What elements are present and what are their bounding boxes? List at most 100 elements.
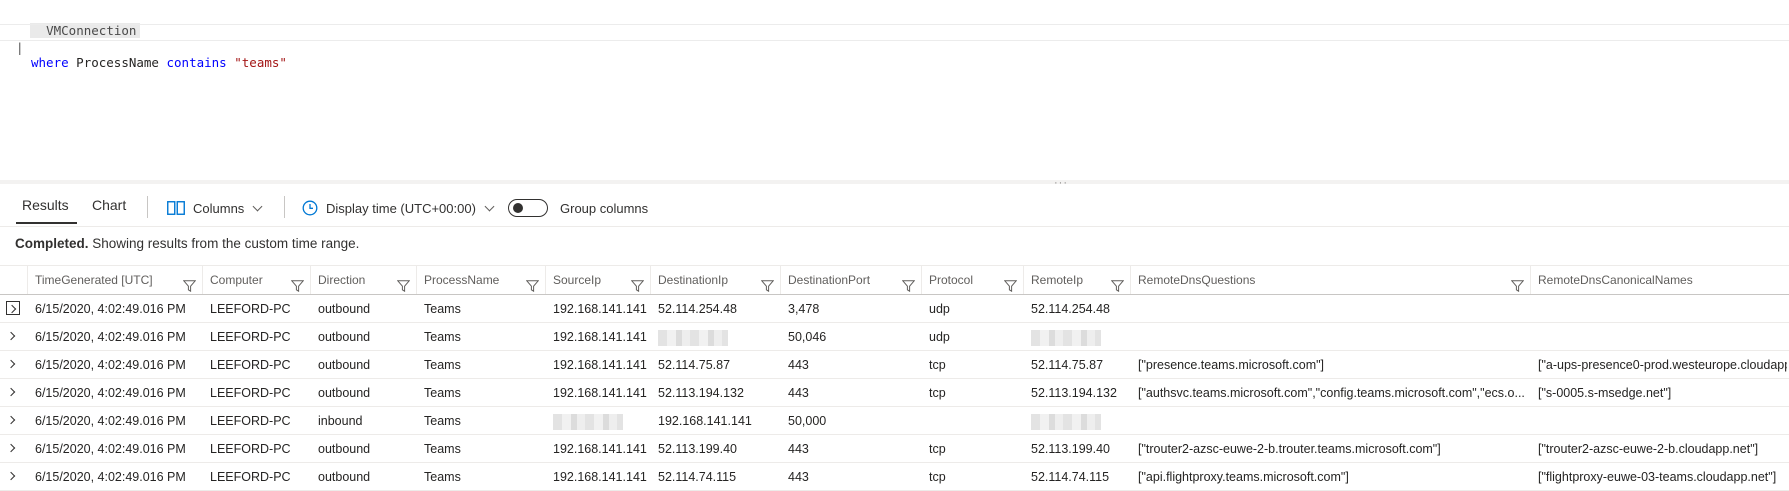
query-line-2: | where ProcessName contains "teams" [0, 24, 1789, 70]
cell-destinationport: 443 [788, 386, 809, 400]
cell-computer: LEEFORD-PC [210, 302, 291, 316]
cell-remotednsquestions: ["presence.teams.microsoft.com"] [1138, 358, 1325, 372]
filter-icon[interactable] [182, 274, 197, 294]
cell-direction: outbound [318, 330, 371, 344]
tab-chart[interactable]: Chart [92, 197, 126, 213]
filter-icon[interactable] [290, 274, 305, 294]
cell-destinationip [658, 323, 778, 350]
cell-sourceip [553, 407, 648, 434]
cell-remoteip: 52.114.254.48 [1031, 302, 1111, 316]
cell-destinationport: 443 [788, 442, 809, 456]
filter-icon[interactable] [630, 274, 645, 294]
column-header-timegenerated-utc[interactable]: TimeGenerated [UTC] [27, 266, 202, 294]
cell-protocol: tcp [929, 442, 946, 456]
column-header-destinationport[interactable]: DestinationPort [780, 266, 921, 294]
column-header-label: RemoteDnsCanonicalNames [1538, 273, 1693, 287]
group-columns-toggle[interactable]: Group columns [508, 196, 648, 220]
cell-protocol: tcp [929, 386, 946, 400]
filter-icon[interactable] [1003, 274, 1018, 294]
column-header-remoteip[interactable]: RemoteIp [1023, 266, 1130, 294]
column-header-remotednscanonicalnames[interactable]: RemoteDnsCanonicalNames [1530, 266, 1789, 294]
column-header-computer[interactable]: Computer [202, 266, 310, 294]
column-header-label: Protocol [929, 273, 974, 287]
table-row[interactable]: 6/15/2020, 4:02:49.016 PM LEEFORD-PC outbo… [0, 323, 1789, 351]
cell-destinationport: 443 [788, 358, 809, 372]
filter-icon[interactable] [525, 274, 540, 294]
chevron-right-icon[interactable] [6, 441, 20, 455]
chevron-right-icon[interactable] [6, 469, 20, 483]
table-row[interactable]: 6/15/2020, 4:02:49.016 PM LEEFORD-PC outbo… [0, 435, 1789, 463]
cell-timegenerated-utc: 6/15/2020, 4:02:49.016 PM [35, 330, 186, 344]
cell-protocol: tcp [929, 470, 946, 484]
filter-icon[interactable] [1110, 274, 1125, 294]
cell-remotednscanonicalnames [1538, 295, 1787, 322]
group-columns-label: Group columns [560, 200, 649, 216]
status-message: Completed. Showing results from the cust… [15, 236, 359, 251]
cell-destinationip: 52.114.254.48 [658, 302, 738, 316]
cell-processname: Teams [424, 442, 461, 456]
chevron-right-icon[interactable] [6, 413, 20, 427]
redacted-value [1031, 413, 1101, 430]
chevron-down-icon [484, 201, 495, 211]
filter-icon[interactable] [901, 274, 916, 294]
column-header-label: DestinationPort [788, 273, 871, 287]
cell-sourceip: 192.168.141.141 [553, 302, 647, 316]
cell-remotednscanonicalnames [1538, 323, 1787, 350]
columns-button[interactable]: Columns [167, 196, 263, 220]
cell-remoteip: 52.114.74.115 [1031, 470, 1110, 484]
cell-computer: LEEFORD-PC [210, 358, 291, 372]
column-header-sourceip[interactable]: SourceIp [545, 266, 650, 294]
columns-label: Columns [193, 200, 245, 216]
chevron-right-icon[interactable] [6, 329, 20, 343]
query-keyword-contains: contains [166, 55, 227, 70]
query-string-literal: "teams" [234, 55, 287, 70]
tab-results[interactable]: Results [16, 197, 77, 224]
cell-destinationport: 3,478 [788, 302, 820, 316]
results-grid: TimeGenerated [UTC] Computer Direction Proc… [0, 265, 1789, 491]
display-time-dropdown[interactable]: Display time (UTC+00:00) [302, 196, 495, 220]
table-row[interactable]: 6/15/2020, 4:02:49.016 PM LEEFORD-PC outbo… [0, 295, 1789, 323]
cell-remotednsquestions [1138, 295, 1528, 322]
cell-protocol [929, 407, 1021, 434]
query-editor[interactable]: VMConnection | where ProcessName contain… [0, 0, 1789, 180]
cell-computer: LEEFORD-PC [210, 414, 291, 428]
column-header-destinationip[interactable]: DestinationIp [650, 266, 780, 294]
cell-remotednscanonicalnames: ["trouter2-azsc-euwe-2-b.cloudapp.net"] [1538, 442, 1759, 456]
chevron-right-icon[interactable] [6, 385, 20, 399]
query-line-1: VMConnection [0, 8, 1789, 38]
table-row[interactable]: 6/15/2020, 4:02:49.016 PM LEEFORD-PC outbo… [0, 351, 1789, 379]
splitter-grip-icon[interactable]: ··· [1054, 177, 1068, 189]
chevron-down-icon [252, 201, 263, 211]
cell-destinationip: 192.168.141.141 [658, 414, 752, 428]
cell-remoteip: 52.114.75.87 [1031, 358, 1104, 372]
toggle-knob [513, 203, 523, 213]
cell-processname: Teams [424, 386, 461, 400]
grid-header: TimeGenerated [UTC] Computer Direction Proc… [0, 265, 1789, 295]
column-header-label: DestinationIp [658, 273, 729, 287]
pane-splitter[interactable] [0, 180, 1789, 184]
table-row[interactable]: 6/15/2020, 4:02:49.016 PM LEEFORD-PC outbo… [0, 379, 1789, 407]
filter-icon[interactable] [396, 274, 411, 294]
cell-sourceip: 192.168.141.141 [553, 386, 647, 400]
chevron-right-icon[interactable] [6, 357, 20, 371]
table-row[interactable]: 6/15/2020, 4:02:49.016 PM LEEFORD-PC inbou… [0, 407, 1789, 435]
filter-icon[interactable] [760, 274, 775, 294]
cell-processname: Teams [424, 414, 461, 428]
query-identifier: ProcessName [76, 55, 159, 70]
cell-timegenerated-utc: 6/15/2020, 4:02:49.016 PM [35, 470, 186, 484]
columns-icon [167, 201, 185, 215]
cell-destinationport: 50,000 [788, 414, 827, 428]
column-header-processname[interactable]: ProcessName [416, 266, 545, 294]
query-pipe: | [16, 40, 24, 55]
column-header-protocol[interactable]: Protocol [921, 266, 1023, 294]
cell-protocol: udp [929, 302, 950, 316]
chevron-right-icon[interactable] [6, 301, 20, 315]
filter-icon[interactable] [1510, 274, 1525, 294]
column-header-remotednsquestions[interactable]: RemoteDnsQuestions [1130, 266, 1530, 294]
cell-remoteip: 52.113.199.40 [1031, 442, 1111, 456]
column-header-label: RemoteDnsQuestions [1138, 273, 1256, 287]
toggle-switch[interactable] [508, 199, 548, 217]
cell-timegenerated-utc: 6/15/2020, 4:02:49.016 PM [35, 386, 186, 400]
column-header-direction[interactable]: Direction [310, 266, 416, 294]
cell-direction: inbound [318, 414, 363, 428]
